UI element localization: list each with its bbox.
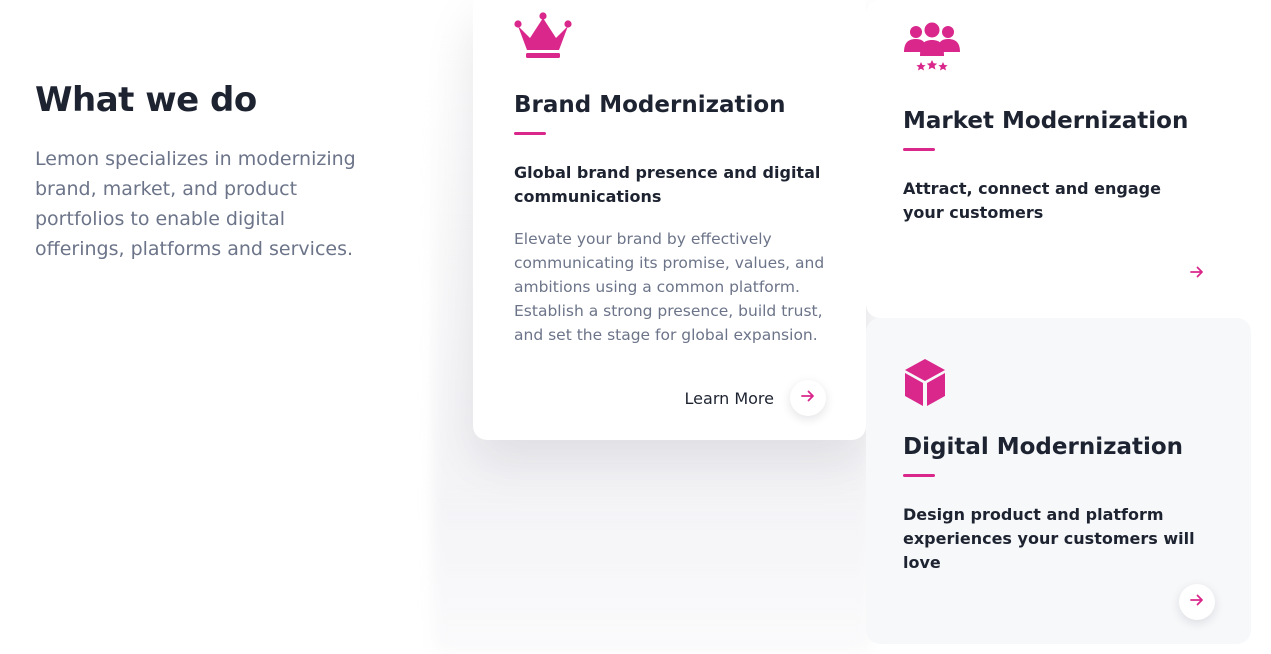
card-subtitle: Global brand presence and digital commun… — [514, 163, 821, 206]
crown-icon — [514, 12, 826, 60]
market-modernization-card[interactable]: Market Modernization Attract, connect an… — [866, 0, 1251, 318]
accent-divider — [514, 132, 546, 135]
brand-modernization-card[interactable]: Brand Modernization Global brand presenc… — [473, 0, 866, 440]
card-body: Elevate your brand by effectively commun… — [514, 230, 825, 344]
card-subtitle: Attract, connect and engage your custome… — [903, 179, 1161, 222]
digital-modernization-card[interactable]: Digital Modernization Design product and… — [866, 318, 1251, 644]
accent-divider — [903, 474, 935, 477]
card-title: Brand Modernization — [514, 92, 786, 118]
arrow-right-icon — [1189, 264, 1205, 284]
digital-arrow-button[interactable] — [1179, 584, 1215, 620]
cube-icon — [903, 358, 1207, 408]
intro: What we do Lemon specializes in moderniz… — [35, 78, 375, 264]
card-title: Market Modernization — [903, 108, 1189, 134]
card-subtitle: Design product and platform experiences … — [903, 505, 1195, 572]
learn-more-label: Learn More — [684, 388, 774, 408]
section-heading: What we do — [35, 80, 257, 120]
what-we-do-section: What we do Lemon specializes in moderniz… — [0, 0, 1271, 654]
card-title: Digital Modernization — [903, 434, 1184, 460]
arrow-right-icon — [1189, 592, 1205, 612]
accent-divider — [903, 148, 935, 151]
learn-more-arrow-button[interactable] — [790, 380, 826, 416]
learn-more-link[interactable]: Learn More — [685, 380, 826, 416]
section-description: Lemon specializes in modernizing brand, … — [35, 148, 356, 260]
market-arrow-button[interactable] — [1179, 256, 1215, 292]
people-stars-icon — [903, 22, 1207, 74]
arrow-right-icon — [800, 388, 816, 408]
